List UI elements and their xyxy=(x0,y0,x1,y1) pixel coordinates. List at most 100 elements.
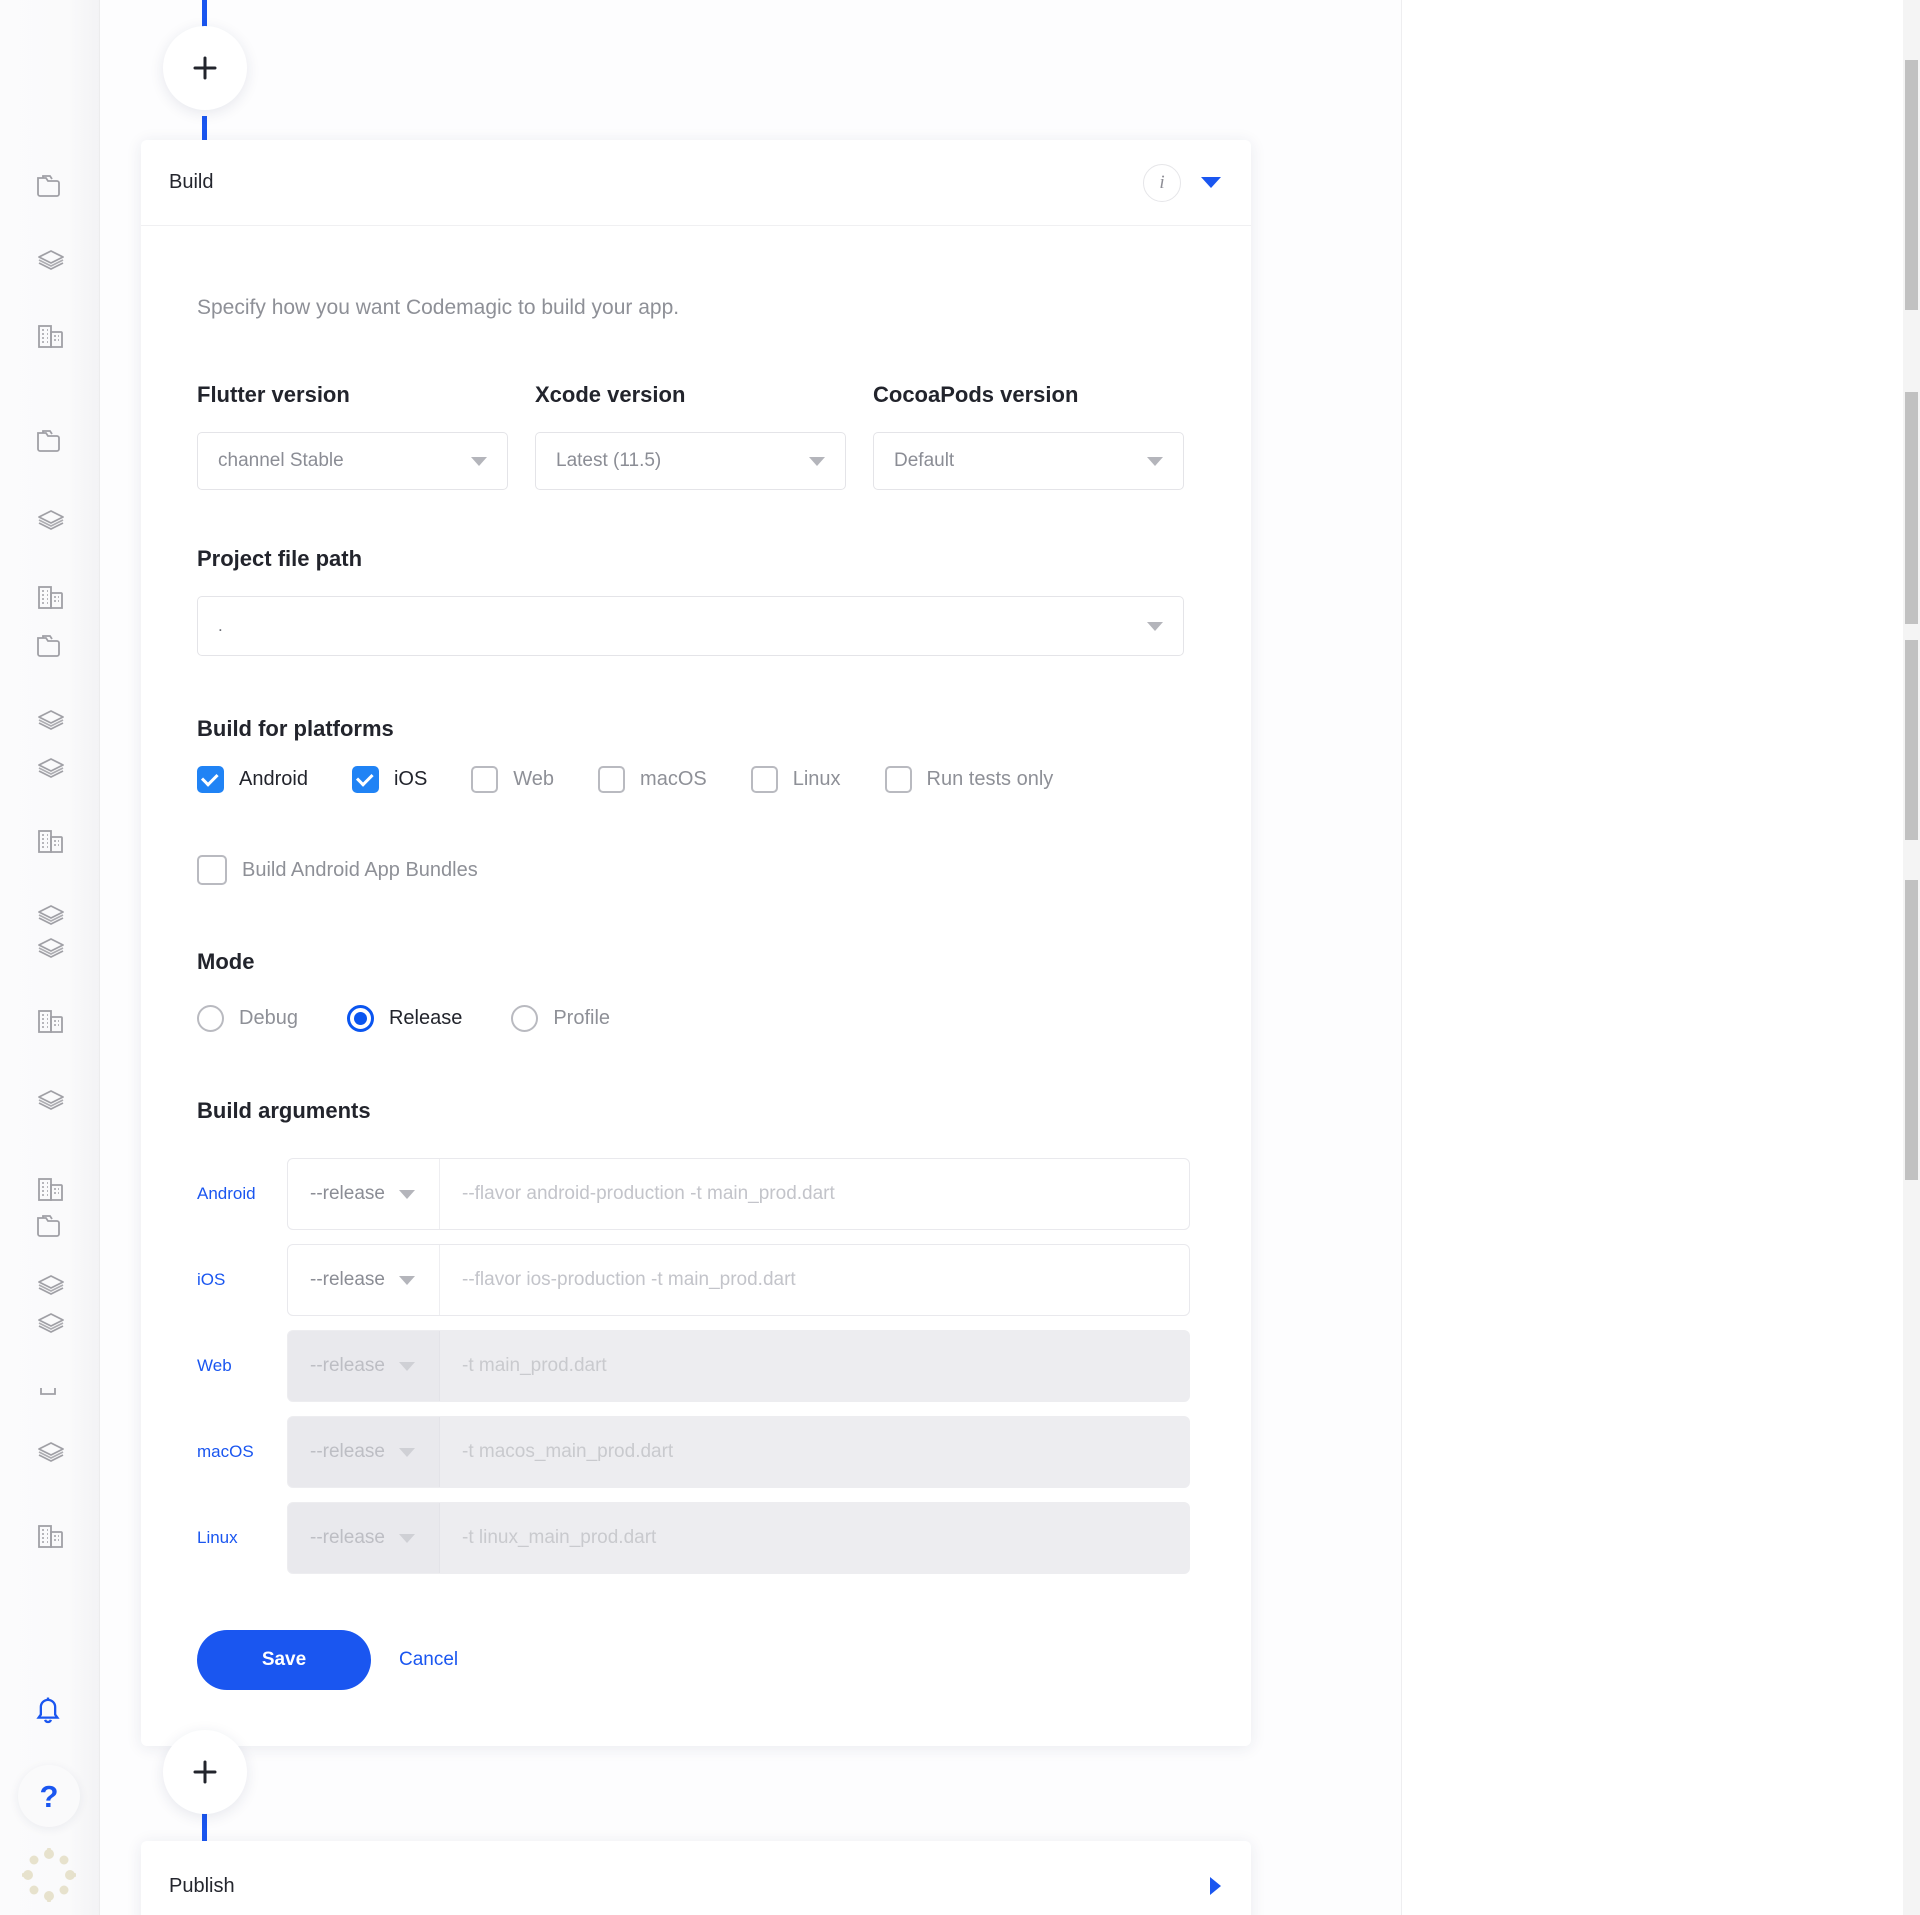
platform-checkbox-label: Run tests only xyxy=(926,768,1054,790)
build-argument-mode-value: --release xyxy=(310,1355,385,1376)
folders-icon[interactable] xyxy=(30,625,72,667)
buildings-icon[interactable] xyxy=(30,315,72,357)
platform-checkbox-run-tests-only[interactable]: Run tests only xyxy=(884,766,1054,793)
buildings-icon[interactable] xyxy=(30,1515,72,1557)
add-step-button-bottom[interactable] xyxy=(163,1730,247,1814)
publish-step-card: Publish xyxy=(141,1841,1251,1915)
build-argument-mode-select: --release xyxy=(288,1417,440,1487)
platform-checkbox-row: Android iOS Web macOS Linux Run tests only xyxy=(197,766,1195,793)
checkbox-box xyxy=(598,766,626,793)
layers-icon[interactable] xyxy=(30,1080,72,1122)
radio-circle xyxy=(346,1005,374,1032)
mode-label: Mode xyxy=(197,949,255,974)
chevron-down-icon xyxy=(398,1361,415,1371)
platform-checkbox-label: macOS xyxy=(640,768,707,790)
platform-checkbox-label: Android xyxy=(239,768,308,790)
checkbox-box xyxy=(351,766,379,793)
build-argument-row: Android --release xyxy=(197,1158,1195,1230)
notifications-bell-icon[interactable] xyxy=(28,1690,68,1730)
chevron-right-icon[interactable] xyxy=(1210,1877,1221,1895)
platform-checkbox-label: iOS xyxy=(393,768,428,790)
cocoapods-version-label: CocoaPods version xyxy=(873,382,1079,407)
flutter-version-select[interactable]: channel Stable xyxy=(197,432,508,490)
layers-icon[interactable] xyxy=(30,1432,72,1474)
scrollbar-thumb[interactable] xyxy=(1905,640,1918,840)
build-argument-input[interactable] xyxy=(440,1159,1189,1229)
layers-icon[interactable] xyxy=(30,500,72,542)
workflow-canvas: Build i Specify how you want Codemagic t… xyxy=(100,0,1402,1915)
page-scrollbar[interactable] xyxy=(1903,0,1920,1915)
project-file-path-select[interactable]: . xyxy=(197,596,1184,656)
platform-checkbox-linux[interactable]: Linux xyxy=(750,766,841,793)
scrollbar-thumb[interactable] xyxy=(1905,880,1918,1180)
project-file-path-value: . xyxy=(218,616,223,635)
xcode-version-group: Xcode version Latest (11.5) xyxy=(535,382,846,490)
mode-radio-release[interactable]: Release xyxy=(346,1005,462,1032)
cocoapods-version-select[interactable]: Default xyxy=(873,432,1184,490)
build-argument-field: --release xyxy=(287,1244,1190,1316)
info-icon[interactable]: i xyxy=(1143,163,1181,202)
platform-checkbox-android[interactable]: Android xyxy=(197,766,308,793)
layers-icon[interactable] xyxy=(30,748,72,790)
build-argument-mode-select[interactable]: --release xyxy=(288,1159,440,1229)
scrollbar-thumb[interactable] xyxy=(1905,392,1918,624)
flutter-version-label: Flutter version xyxy=(197,382,350,407)
publish-card-title: Publish xyxy=(169,1874,235,1897)
save-button[interactable]: Save xyxy=(197,1630,371,1690)
minimized-icon[interactable] xyxy=(30,1370,72,1412)
publish-card-header[interactable]: Publish xyxy=(141,1841,1251,1915)
build-android-app-bundles-checkbox[interactable]: Build Android App Bundles xyxy=(197,855,1195,885)
radio-circle xyxy=(511,1005,539,1032)
cancel-button[interactable]: Cancel xyxy=(399,1649,458,1671)
build-argument-mode-select: --release xyxy=(288,1331,440,1401)
codemagic-logo xyxy=(21,1847,77,1903)
flutter-version-value: channel Stable xyxy=(218,450,344,471)
build-argument-input xyxy=(440,1503,1189,1573)
build-argument-mode-select[interactable]: --release xyxy=(288,1245,440,1315)
mode-group: Mode Debug Release Profile xyxy=(197,949,1195,1032)
flutter-version-group: Flutter version channel Stable xyxy=(197,382,508,490)
build-argument-platform-label: macOS xyxy=(197,1442,254,1461)
platform-checkbox-macos[interactable]: macOS xyxy=(598,766,707,793)
folders-icon[interactable] xyxy=(30,420,72,462)
layers-icon[interactable] xyxy=(30,1303,72,1345)
checkbox-box xyxy=(197,855,227,885)
mode-radio-label: Debug xyxy=(239,1007,298,1029)
folder-icon[interactable] xyxy=(30,1205,72,1247)
help-label: ? xyxy=(39,1778,59,1814)
add-step-button-top[interactable] xyxy=(163,26,247,110)
mode-radio-label: Profile xyxy=(553,1007,611,1029)
mode-radio-profile[interactable]: Profile xyxy=(511,1005,610,1032)
build-argument-platform-label: Android xyxy=(197,1184,256,1203)
chevron-down-icon[interactable] xyxy=(1201,177,1221,188)
buildings-icon[interactable] xyxy=(30,1168,72,1210)
buildings-icon[interactable] xyxy=(30,820,72,862)
layers-icon[interactable] xyxy=(30,240,72,282)
platform-checkbox-web[interactable]: Web xyxy=(471,766,554,793)
mode-radio-debug[interactable]: Debug xyxy=(197,1005,298,1032)
build-android-app-bundles-label: Build Android App Bundles xyxy=(242,858,478,881)
checkbox-box xyxy=(750,766,778,793)
buildings-icon[interactable] xyxy=(30,576,72,618)
build-argument-field: --release xyxy=(287,1330,1190,1402)
help-button[interactable]: ? xyxy=(18,1765,80,1827)
layers-icon[interactable] xyxy=(30,700,72,742)
build-argument-input[interactable] xyxy=(440,1245,1189,1315)
platform-checkbox-label: Linux xyxy=(792,768,841,790)
left-sidebar: ? xyxy=(0,0,100,1915)
project-file-path-label: Project file path xyxy=(197,546,363,571)
layers-icon[interactable] xyxy=(30,928,72,970)
layers-icon[interactable] xyxy=(30,1265,72,1307)
build-card-header[interactable]: Build i xyxy=(141,140,1251,226)
folders-icon[interactable] xyxy=(30,165,72,207)
platform-checkbox-ios[interactable]: iOS xyxy=(351,766,428,793)
chevron-down-icon xyxy=(398,1447,415,1457)
codemagic-workflow-editor: ? Build i Specify how you want Codemagic… xyxy=(0,0,1920,1915)
scrollbar-thumb[interactable] xyxy=(1905,60,1918,310)
xcode-version-select[interactable]: Latest (11.5) xyxy=(535,432,846,490)
build-argument-row: Linux --release xyxy=(197,1502,1195,1574)
build-argument-row: macOS --release xyxy=(197,1416,1195,1488)
checkbox-box xyxy=(197,766,224,793)
chevron-down-icon xyxy=(1147,456,1163,466)
buildings-icon[interactable] xyxy=(30,1000,72,1042)
